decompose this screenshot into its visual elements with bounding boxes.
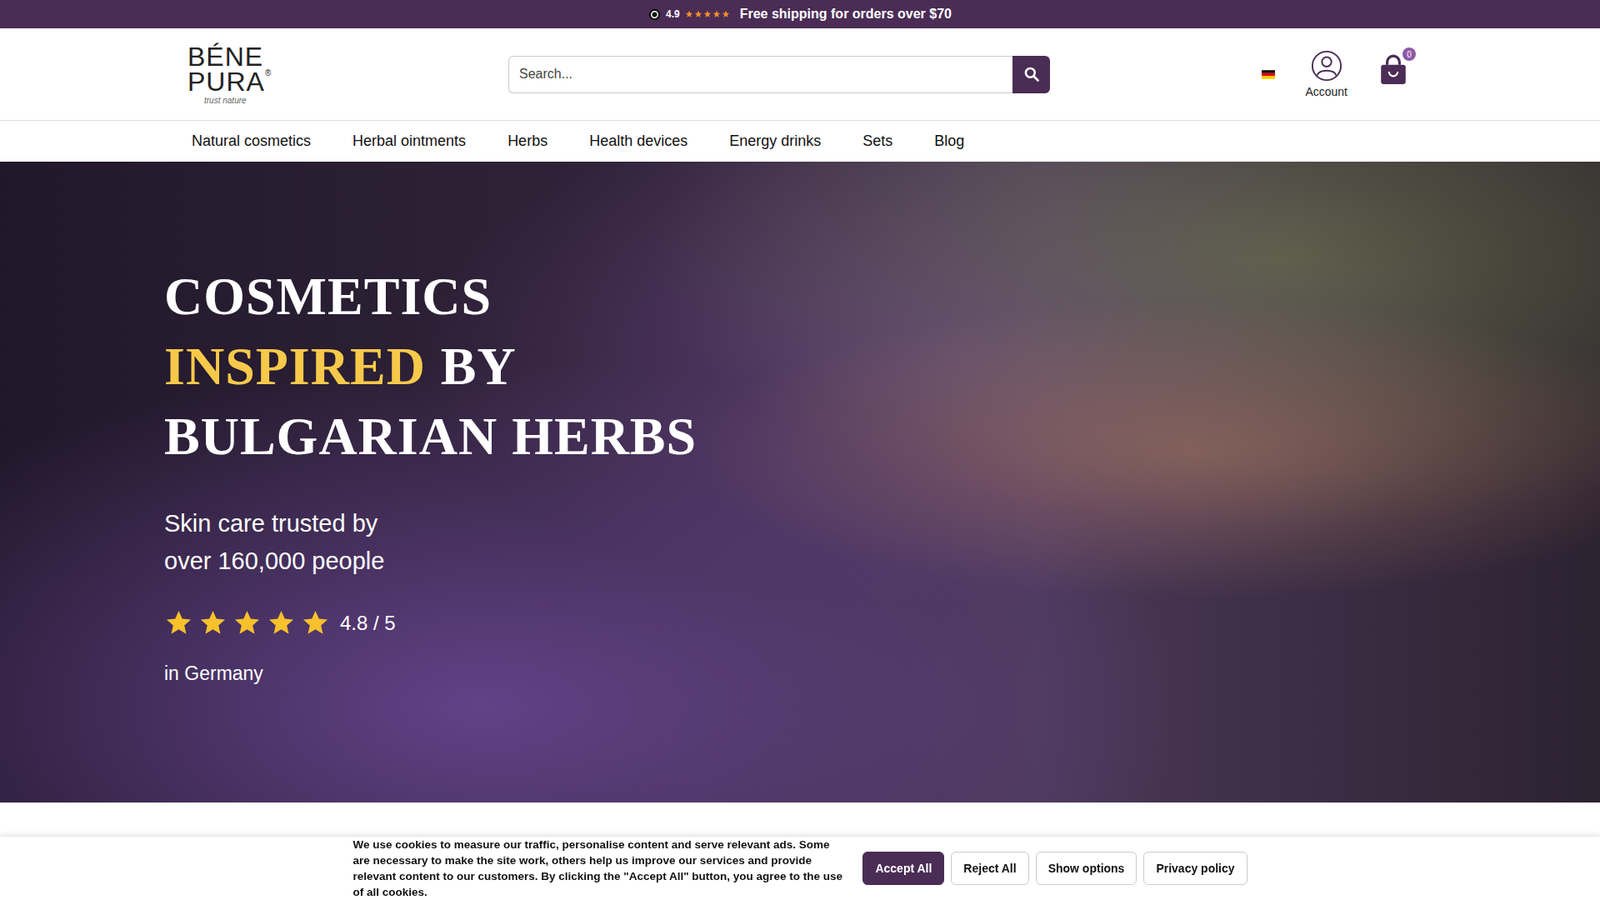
account-label: Account (1305, 85, 1348, 99)
nav-item[interactable]: Herbs (507, 132, 548, 150)
announcement-text: Free shipping for orders over $70 (740, 6, 952, 22)
german-flag-icon[interactable] (1261, 70, 1275, 80)
cookie-text: We use cookies to measure our traffic, p… (352, 836, 845, 900)
user-icon (1310, 50, 1343, 82)
logo-line: BÉNE (187, 44, 509, 70)
magnifier-icon (1023, 65, 1040, 83)
trust-badge-icon (648, 8, 661, 21)
star-icon (703, 10, 712, 19)
star-icon (164, 608, 194, 638)
hero-rating: 4.8 / 5 (164, 608, 697, 638)
hero-title-word: BULGARIAN HERBS (164, 401, 697, 472)
logo-line: PURA® (187, 69, 509, 95)
hero-title-line: BULGARIAN HERBS (164, 401, 697, 472)
nav-item[interactable]: Sets (862, 132, 893, 150)
header: BÉNEPURA®trust nature Account 0 (0, 28, 1600, 121)
hero-subtitle-line: over 160,000 people (164, 542, 697, 580)
star-icon (721, 10, 730, 19)
cookie-button[interactable]: Accept All (862, 851, 945, 885)
cart-button[interactable]: 0 (1377, 54, 1410, 86)
hero-subtitle-line: Skin care trusted by (164, 505, 697, 543)
hero-title-line: COSMETICS (164, 261, 697, 332)
logo[interactable]: BÉNEPURA®trust nature (187, 44, 509, 105)
cart-count-badge: 0 (1402, 47, 1416, 61)
hero-region: in Germany (164, 662, 697, 685)
nav-item[interactable]: Natural cosmetics (191, 132, 311, 150)
main-nav: Natural cosmetics Herbal ointments Herbs He… (0, 120, 1600, 162)
nav-item[interactable]: Energy drinks (729, 132, 821, 150)
logo-tagline: trust nature (204, 96, 509, 105)
cookie-banner: We use cookies to measure our traffic, p… (0, 836, 1600, 900)
logo-mark: ® (265, 68, 272, 78)
nav-item[interactable]: Blog (934, 132, 965, 150)
hero-title-word: INSPIRED (164, 331, 426, 402)
hero-title-word: COSMETICS (164, 261, 492, 332)
nav-item[interactable]: Herbal ointments (352, 132, 466, 150)
hero-rating-score: 4.8 / 5 (340, 611, 396, 635)
search-input[interactable] (508, 55, 1013, 94)
cookie-button[interactable]: Reject All (950, 851, 1029, 885)
star-icon (266, 608, 296, 638)
hero-title: COSMETICSINSPIREDBYBULGARIAN HERBS (164, 261, 697, 472)
search-button[interactable] (1012, 55, 1050, 94)
nav-item[interactable]: Health devices (589, 132, 688, 150)
announcement-stars (685, 10, 730, 19)
search-bar (508, 55, 1050, 94)
cookie-button[interactable]: Privacy policy (1143, 851, 1247, 885)
star-icon (685, 10, 694, 19)
star-icon (694, 10, 703, 19)
star-icon (198, 608, 228, 638)
star-icon (300, 608, 330, 638)
hero-subtitle: Skin care trusted byover 160,000 people (164, 505, 697, 580)
star-icon (232, 608, 262, 638)
star-icon (712, 10, 721, 19)
account-button[interactable]: Account (1305, 50, 1348, 99)
hero-title-line: INSPIREDBY (164, 331, 697, 402)
hero-banner: COSMETICSINSPIREDBYBULGARIAN HERBS Skin c… (0, 161, 1600, 803)
page: 4.9 Free shipping for orders over $70 BÉNE… (0, 0, 1600, 900)
announcement-bar: 4.9 Free shipping for orders over $70 (0, 0, 1600, 29)
cookie-button[interactable]: Show options (1035, 851, 1138, 885)
hero-title-word: BY (440, 331, 517, 402)
announcement-rating: 4.9 (665, 8, 680, 20)
